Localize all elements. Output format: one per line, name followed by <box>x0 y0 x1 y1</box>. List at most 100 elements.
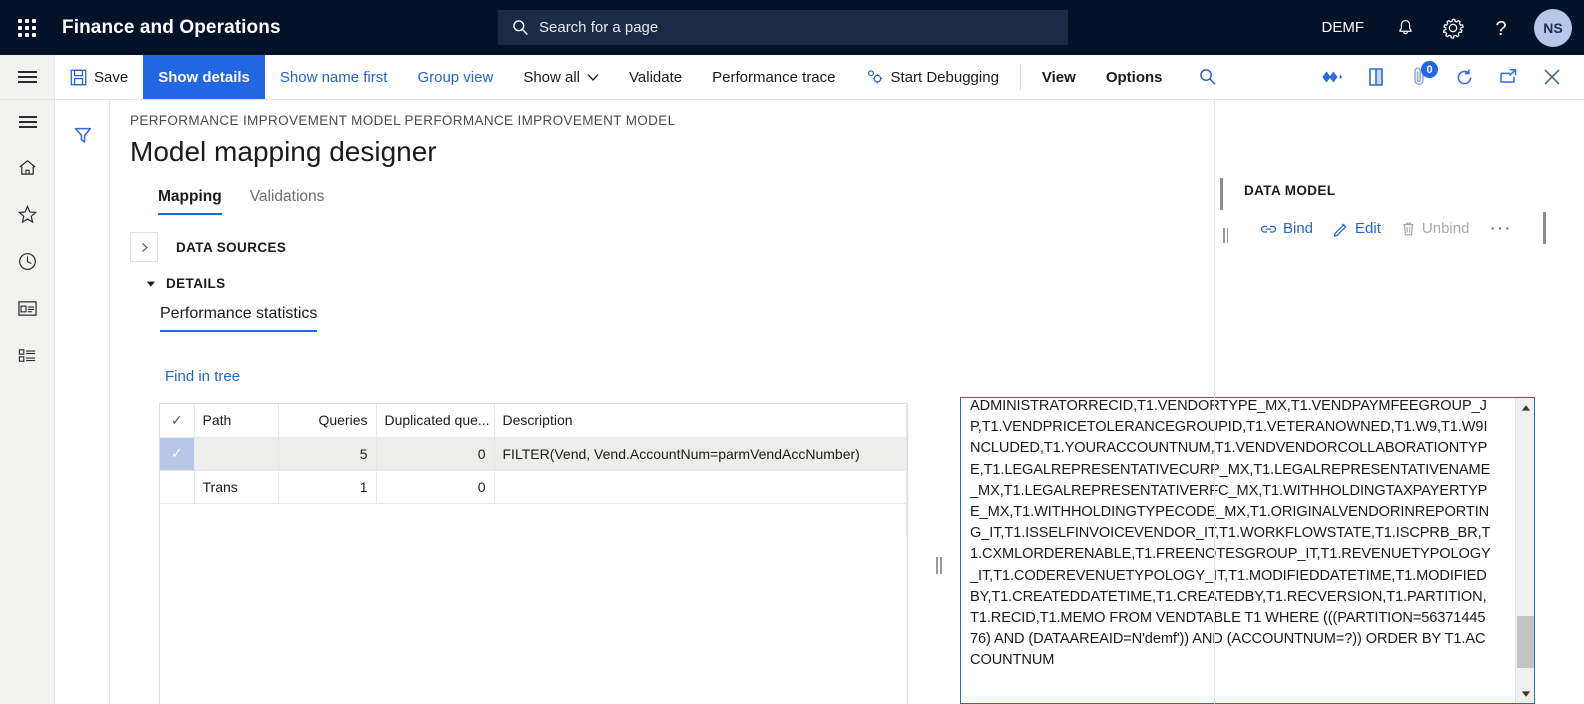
data-model-scroll-indicator <box>1543 212 1546 244</box>
show-details-button[interactable]: Show details <box>143 55 265 99</box>
chevron-down-icon <box>587 73 599 82</box>
options-menu-button[interactable]: Options <box>1091 55 1178 99</box>
save-disk-icon <box>70 69 87 86</box>
svg-text:?: ? <box>1495 18 1506 39</box>
search-icon <box>512 19 529 36</box>
data-model-title: DATA MODEL <box>1244 183 1336 198</box>
performance-statistics-tab-label[interactable]: Performance statistics <box>160 305 318 332</box>
close-icon[interactable] <box>1530 55 1574 99</box>
filter-funnel-icon[interactable] <box>55 110 110 160</box>
start-debugging-label: Start Debugging <box>890 68 999 86</box>
view-menu-button[interactable]: View <box>1027 55 1091 99</box>
find-in-tree-link[interactable]: Find in tree <box>165 368 240 385</box>
app-root: Finance and Operations Search for a page… <box>0 0 1584 704</box>
cell-duplicated-queries: 0 <box>376 437 495 471</box>
unbind-button: Unbind <box>1401 220 1470 237</box>
table-row[interactable]: ✓ 5 0 FILTER(Vend, Vend.AccountNum=parmV… <box>160 437 907 471</box>
pencil-icon <box>1333 221 1349 237</box>
table-empty-area <box>160 503 907 536</box>
group-view-button[interactable]: Group view <box>402 55 508 99</box>
performance-statistics-grid: ✓ Path Queries Duplicated que... Descrip… <box>159 403 908 704</box>
vertical-splitter-handle[interactable] <box>935 555 943 575</box>
performance-statistics-tab: Performance statistics <box>160 305 318 332</box>
show-name-first-button[interactable]: Show name first <box>265 55 403 99</box>
diamonds-icon[interactable] <box>1310 55 1354 99</box>
cell-duplicated-queries: 0 <box>376 470 495 504</box>
more-options-button[interactable]: ··· <box>1489 219 1511 238</box>
cell-description: FILTER(Vend, Vend.AccountNum=parmVendAcc… <box>494 437 907 471</box>
unbind-button-label: Unbind <box>1421 220 1470 237</box>
show-all-dropdown[interactable]: Show all <box>508 55 614 99</box>
edit-button-label: Edit <box>1355 220 1381 237</box>
start-debugging-button[interactable]: Start Debugging <box>851 55 1014 99</box>
top-bar-right-actions: DEMF ? NS <box>1308 0 1584 55</box>
cell-queries: 1 <box>278 470 377 504</box>
toolbar-right-icon-group: 0 <box>1310 55 1584 99</box>
left-navigation-rail <box>0 100 55 704</box>
tab-validations[interactable]: Validations <box>250 188 325 215</box>
edit-button[interactable]: Edit <box>1333 220 1381 237</box>
trash-bin-icon <box>1401 221 1416 237</box>
details-label: DETAILS <box>166 276 226 291</box>
details-section-header[interactable]: DETAILS <box>146 276 226 291</box>
search-input[interactable]: Search for a page <box>498 10 1068 45</box>
data-sources-label: DATA SOURCES <box>176 239 287 255</box>
select-all-checkmark-icon[interactable]: ✓ <box>160 404 195 438</box>
recent-clock-icon[interactable] <box>0 238 55 285</box>
column-header-description[interactable]: Description <box>494 404 907 438</box>
column-header-path[interactable]: Path <box>194 404 279 438</box>
data-model-action-bar: Bind Edit Unbind ··· <box>1260 219 1511 238</box>
cell-description <box>494 470 907 504</box>
attachments-icon[interactable]: 0 <box>1398 55 1442 99</box>
refresh-icon[interactable] <box>1442 55 1486 99</box>
data-model-splitter-handle[interactable] <box>1222 228 1229 243</box>
debug-gears-icon <box>866 69 884 85</box>
row-select-checkmark-icon[interactable]: ✓ <box>160 437 195 471</box>
table-row[interactable]: Trans 1 0 <box>160 470 907 504</box>
avatar[interactable]: NS <box>1534 8 1572 47</box>
favorites-star-icon[interactable] <box>0 191 55 238</box>
waffle-grid-icon[interactable] <box>0 0 54 55</box>
performance-trace-button[interactable]: Performance trace <box>697 55 850 99</box>
question-mark-icon[interactable]: ? <box>1480 5 1522 51</box>
home-icon[interactable] <box>0 144 55 191</box>
details-expander-chevron-down-icon <box>146 280 156 288</box>
column-header-queries[interactable]: Queries <box>278 404 377 438</box>
toolbar-divider <box>1019 64 1021 90</box>
workspaces-icon[interactable] <box>0 285 55 332</box>
save-button-label: Save <box>94 68 129 86</box>
cell-path <box>194 437 279 471</box>
hamburger-menu-icon[interactable] <box>0 100 55 144</box>
search-placeholder-text: Search for a page <box>539 19 659 36</box>
data-sources-section: DATA SOURCES <box>130 232 286 262</box>
action-pane-toolbar: Save Show details Show name first Group … <box>0 55 1584 100</box>
modules-list-icon[interactable] <box>0 332 55 379</box>
attachments-badge-count: 0 <box>1421 61 1438 78</box>
data-sources-expander-chevron-right-icon[interactable] <box>130 232 158 262</box>
save-button[interactable]: Save <box>55 55 143 99</box>
link-chain-icon <box>1260 222 1277 236</box>
column-header-duplicated-queries[interactable]: Duplicated que... <box>376 404 495 438</box>
page-title: Model mapping designer <box>130 136 437 167</box>
show-all-label: Show all <box>523 68 581 86</box>
bind-button-label: Bind <box>1283 220 1314 237</box>
toolbar-search-icon[interactable] <box>1186 55 1230 99</box>
panel-divider <box>1214 100 1215 704</box>
filter-column <box>55 100 110 704</box>
page-tabs: Mapping Validations <box>158 188 352 215</box>
top-navigation-bar: Finance and Operations Search for a page… <box>0 0 1584 55</box>
table-header-row: ✓ Path Queries Duplicated que... Descrip… <box>160 404 907 438</box>
cell-path-link[interactable]: Trans <box>194 470 279 504</box>
tab-mapping[interactable]: Mapping <box>158 188 222 215</box>
bind-button[interactable]: Bind <box>1260 220 1313 237</box>
share-icon[interactable] <box>1486 55 1530 99</box>
open-in-new-window-icon[interactable] <box>1354 55 1398 99</box>
cell-queries: 5 <box>278 437 377 471</box>
hamburger-menu-icon[interactable] <box>0 55 55 99</box>
row-select-checkbox[interactable] <box>160 470 195 504</box>
bell-icon[interactable] <box>1384 5 1426 51</box>
gear-icon[interactable] <box>1432 5 1474 51</box>
validate-button[interactable]: Validate <box>614 55 697 99</box>
data-model-accent-bar <box>1220 178 1223 210</box>
company-selector[interactable]: DEMF <box>1308 19 1379 36</box>
